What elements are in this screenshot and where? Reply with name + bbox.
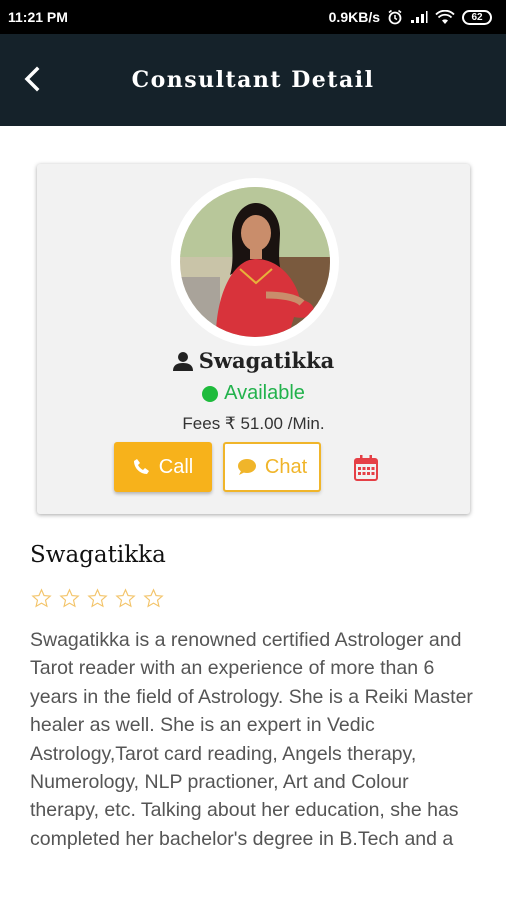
availability-label: Available <box>224 382 305 404</box>
call-label: Call <box>158 455 194 478</box>
calendar-icon[interactable] <box>353 454 379 482</box>
network-speed: 0.9KB/s <box>328 9 380 25</box>
rating-stars <box>31 588 164 609</box>
consultant-heading: Swagatikka <box>30 542 166 568</box>
chat-button[interactable]: Chat <box>223 442 321 492</box>
availability-status: Available <box>37 382 470 405</box>
status-dot-icon <box>202 385 219 402</box>
avatar <box>180 187 330 337</box>
avatar-frame <box>171 178 339 346</box>
status-time: 11:21 PM <box>8 9 68 25</box>
consultant-bio: Swagatikka is a renowned certified Astro… <box>30 629 473 850</box>
fees-text: Fees ₹ 51.00 /Min. <box>182 414 325 433</box>
signal-icon <box>411 11 428 23</box>
back-arrow-icon[interactable] <box>18 64 48 94</box>
app-bar: Consultant Detail <box>0 34 506 126</box>
star-icon <box>115 588 136 608</box>
status-icons: 0.9KB/s 62 <box>329 9 492 25</box>
alarm-icon <box>388 9 402 25</box>
star-icon <box>59 588 80 608</box>
star-icon <box>143 588 164 608</box>
call-button[interactable]: Call <box>114 442 212 492</box>
phone-icon <box>133 459 149 474</box>
chat-label: Chat <box>264 455 308 478</box>
page-title: Consultant Detail <box>131 67 375 93</box>
consultant-name-row: Swagatikka <box>37 348 470 373</box>
star-icon <box>31 588 52 608</box>
user-icon <box>172 351 193 371</box>
star-icon <box>87 588 108 608</box>
consultant-card: Swagatikka Available Fees ₹ 51.00 /Min. … <box>37 164 470 514</box>
chat-bubble-icon <box>237 459 256 475</box>
status-bar: 11:21 PM 0.9KB/s 62 <box>0 0 506 34</box>
consultant-name: Swagatikka <box>198 348 335 373</box>
battery-icon: 62 <box>462 9 492 25</box>
wifi-icon <box>435 9 455 24</box>
